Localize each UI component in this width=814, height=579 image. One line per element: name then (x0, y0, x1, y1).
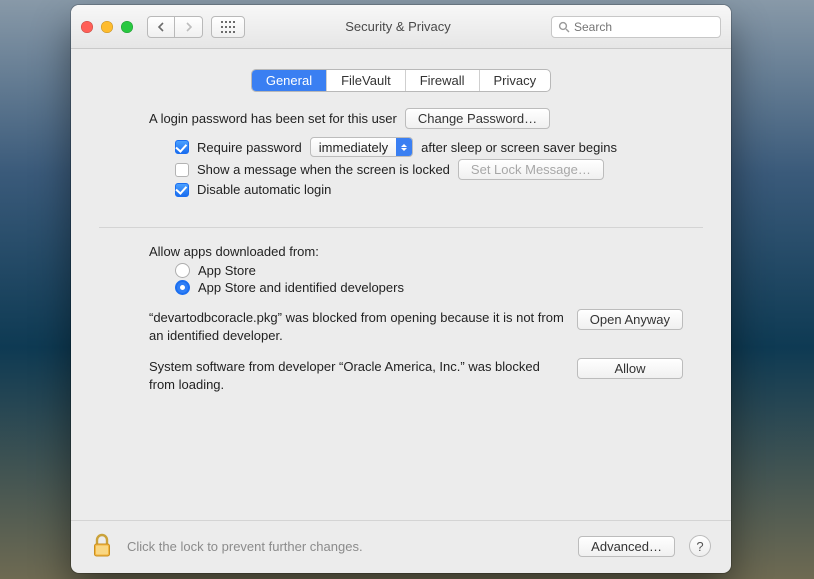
tab-general[interactable]: General (252, 70, 327, 91)
disable-auto-login-label: Disable automatic login (197, 182, 331, 197)
tab-label: Privacy (494, 73, 537, 88)
search-input[interactable] (574, 20, 729, 34)
tab-privacy[interactable]: Privacy (480, 70, 551, 91)
radio-label: App Store and identified developers (198, 280, 404, 295)
radio-app-store[interactable] (175, 263, 190, 278)
require-password-label: Require password (197, 140, 302, 155)
window-controls (81, 21, 133, 33)
tab-label: Firewall (420, 73, 465, 88)
grid-icon (221, 21, 235, 33)
open-anyway-button[interactable]: Open Anyway (577, 309, 683, 330)
radio-label: App Store (198, 263, 256, 278)
require-password-checkbox[interactable] (175, 140, 189, 154)
preferences-window: Security & Privacy General FileVault Fir… (71, 5, 731, 573)
require-password-delay-popup[interactable]: immediately (310, 137, 413, 157)
after-sleep-text: after sleep or screen saver begins (421, 140, 617, 155)
radio-app-store-and-identified[interactable] (175, 280, 190, 295)
change-password-button[interactable]: Change Password… (405, 108, 550, 129)
blocked-app-message: “devartodbcoracle.pkg” was blocked from … (149, 309, 565, 344)
blocked-kext-message: System software from developer “Oracle A… (149, 358, 565, 393)
show-message-checkbox[interactable] (175, 163, 189, 177)
help-icon: ? (696, 539, 703, 554)
allow-apps-heading: Allow apps downloaded from: (149, 244, 683, 259)
lock-icon[interactable] (91, 533, 113, 559)
login-intro-text: A login password has been set for this u… (149, 111, 397, 126)
tab-bar: General FileVault Firewall Privacy (71, 49, 731, 98)
updown-icon (396, 138, 412, 156)
forward-button[interactable] (175, 16, 203, 38)
window-toolbar: Security & Privacy (71, 5, 731, 49)
zoom-icon[interactable] (121, 21, 133, 33)
minimize-icon[interactable] (101, 21, 113, 33)
show-all-button[interactable] (211, 16, 245, 38)
content-area: A login password has been set for this u… (71, 98, 731, 520)
download-section: Allow apps downloaded from: App Store Ap… (99, 228, 703, 403)
tab-label: FileVault (341, 73, 391, 88)
nav-buttons (147, 16, 203, 38)
back-button[interactable] (147, 16, 175, 38)
popup-value: immediately (311, 140, 396, 155)
close-icon[interactable] (81, 21, 93, 33)
tab-firewall[interactable]: Firewall (406, 70, 480, 91)
allow-button[interactable]: Allow (577, 358, 683, 379)
disable-auto-login-checkbox[interactable] (175, 183, 189, 197)
footer: Click the lock to prevent further change… (71, 520, 731, 573)
search-field[interactable] (551, 16, 721, 38)
set-lock-message-button[interactable]: Set Lock Message… (458, 159, 604, 180)
search-icon (558, 21, 570, 33)
tab-filevault[interactable]: FileVault (327, 70, 406, 91)
chevron-left-icon (157, 22, 165, 32)
show-message-label: Show a message when the screen is locked (197, 162, 450, 177)
help-button[interactable]: ? (689, 535, 711, 557)
chevron-right-icon (185, 22, 193, 32)
advanced-button[interactable]: Advanced… (578, 536, 675, 557)
window-title: Security & Privacy (253, 19, 543, 34)
lock-hint-text: Click the lock to prevent further change… (127, 539, 564, 554)
login-section: A login password has been set for this u… (99, 98, 703, 227)
tab-label: General (266, 73, 312, 88)
